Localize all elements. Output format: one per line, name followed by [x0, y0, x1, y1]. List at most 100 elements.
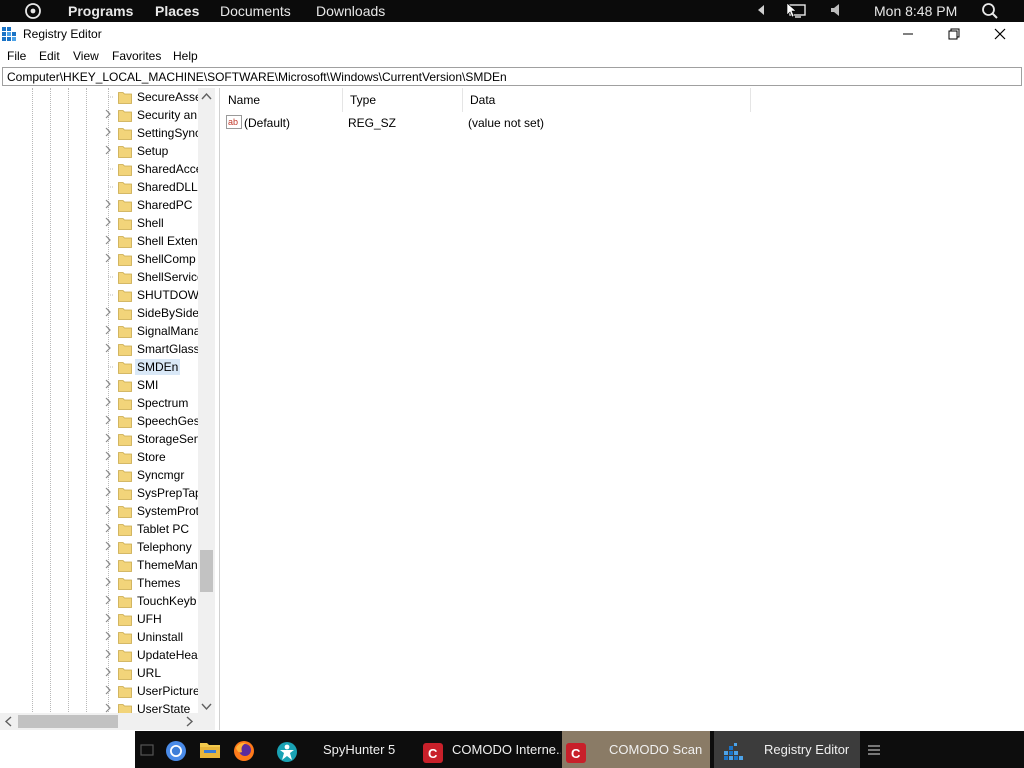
- tree-item[interactable]: TouchKeyb: [0, 592, 200, 610]
- expand-chevron-icon[interactable]: [104, 325, 114, 337]
- tree-item[interactable]: Shell: [0, 214, 200, 232]
- tree-item[interactable]: Tablet PC: [0, 520, 200, 538]
- network-icon[interactable]: [786, 2, 808, 23]
- expand-chevron-icon[interactable]: [104, 109, 114, 121]
- activities-icon[interactable]: [24, 2, 42, 24]
- expand-chevron-icon[interactable]: [104, 397, 114, 409]
- expand-chevron-icon[interactable]: [104, 559, 114, 571]
- tree-item[interactable]: Telephony: [0, 538, 200, 556]
- tree-item[interactable]: Store: [0, 448, 200, 466]
- search-icon[interactable]: [981, 2, 999, 24]
- tree-item[interactable]: SHUTDOWI: [0, 286, 200, 304]
- tree-item[interactable]: SignalMana: [0, 322, 200, 340]
- expand-chevron-icon[interactable]: [104, 415, 114, 427]
- tree-item[interactable]: SMI: [0, 376, 200, 394]
- taskbar-comodo-scan[interactable]: C COMODO Scan: [562, 731, 710, 768]
- tree-item[interactable]: Shell Extens: [0, 232, 200, 250]
- scroll-up-icon[interactable]: [201, 90, 212, 104]
- tree-vertical-scrollbar[interactable]: [198, 88, 215, 713]
- expand-chevron-icon[interactable]: [104, 541, 114, 553]
- close-button[interactable]: [977, 22, 1023, 46]
- menu-edit[interactable]: Edit: [39, 49, 60, 63]
- expand-chevron-icon[interactable]: [104, 685, 114, 697]
- scroll-right-icon[interactable]: [185, 716, 194, 730]
- taskbar-comodo-internet[interactable]: C COMODO Interne...: [419, 731, 561, 768]
- documents-link[interactable]: Documents: [220, 2, 291, 20]
- tree-item[interactable]: UpdateHea: [0, 646, 200, 664]
- show-desktop-icon[interactable]: [139, 742, 155, 758]
- values-list[interactable]: Name Type Data ab (Default) REG_SZ (valu…: [221, 88, 1024, 730]
- menu-icon[interactable]: [867, 743, 881, 757]
- tree-item[interactable]: UFH: [0, 610, 200, 628]
- scroll-left-icon[interactable]: [4, 716, 13, 730]
- tree-item[interactable]: SideBySide: [0, 304, 200, 322]
- downloads-link[interactable]: Downloads: [316, 2, 385, 20]
- tree-item[interactable]: ShellService: [0, 268, 200, 286]
- expand-chevron-icon[interactable]: [104, 577, 114, 589]
- expand-chevron-icon[interactable]: [104, 343, 114, 355]
- tree-item[interactable]: SmartGlass: [0, 340, 200, 358]
- tree-item[interactable]: Syncmgr: [0, 466, 200, 484]
- minimize-button[interactable]: [885, 22, 931, 46]
- tree-item[interactable]: URL: [0, 664, 200, 682]
- volume-icon[interactable]: [830, 3, 842, 21]
- arrow-left-icon[interactable]: [756, 3, 766, 21]
- expand-chevron-icon[interactable]: [104, 307, 114, 319]
- expand-chevron-icon[interactable]: [104, 127, 114, 139]
- tree-item[interactable]: SettingSync: [0, 124, 200, 142]
- expand-chevron-icon[interactable]: [104, 613, 114, 625]
- expand-chevron-icon[interactable]: [104, 253, 114, 265]
- firefox-icon[interactable]: [233, 740, 254, 761]
- expand-chevron-icon[interactable]: [104, 451, 114, 463]
- tree-item[interactable]: SharedAcce: [0, 160, 200, 178]
- taskbar-spyhunter[interactable]: SpyHunter 5: [268, 731, 418, 768]
- pane-splitter[interactable]: [215, 88, 220, 730]
- list-row[interactable]: ab (Default) REG_SZ (value not set): [221, 88, 761, 148]
- clock[interactable]: Mon 8:48 PM: [874, 2, 957, 20]
- expand-chevron-icon[interactable]: [104, 433, 114, 445]
- file-explorer-icon[interactable]: [199, 740, 220, 760]
- tree-item[interactable]: SharedDLLs: [0, 178, 200, 196]
- tree-item[interactable]: Themes: [0, 574, 200, 592]
- expand-chevron-icon[interactable]: [104, 199, 114, 211]
- tree-item[interactable]: ThemeMan: [0, 556, 200, 574]
- tree-item[interactable]: Spectrum: [0, 394, 200, 412]
- key-tree[interactable]: SecureAsse Security an SettingSync Setup Sha…: [0, 88, 215, 730]
- taskbar-registry-editor[interactable]: Registry Editor: [714, 731, 860, 768]
- window-titlebar[interactable]: Registry Editor: [0, 22, 1024, 46]
- expand-chevron-icon[interactable]: [104, 649, 114, 661]
- menu-favorites[interactable]: Favorites: [112, 49, 161, 63]
- scroll-down-icon[interactable]: [201, 700, 212, 714]
- tree-item[interactable]: SMDEn: [0, 358, 200, 376]
- expand-chevron-icon[interactable]: [104, 235, 114, 247]
- expand-chevron-icon[interactable]: [104, 487, 114, 499]
- address-path[interactable]: Computer\HKEY_LOCAL_MACHINE\SOFTWARE\Mic…: [7, 70, 507, 84]
- tree-item[interactable]: Uninstall: [0, 628, 200, 646]
- expand-chevron-icon[interactable]: [104, 217, 114, 229]
- tree-vertical-scroll-thumb[interactable]: [200, 550, 213, 592]
- tree-item[interactable]: Setup: [0, 142, 200, 160]
- menu-file[interactable]: File: [7, 49, 26, 63]
- tree-horizontal-scrollbar[interactable]: [0, 713, 198, 730]
- chrome-icon[interactable]: [165, 740, 186, 761]
- address-bar[interactable]: Computer\HKEY_LOCAL_MACHINE\SOFTWARE\Mic…: [2, 67, 1022, 86]
- tree-item[interactable]: SystemProt: [0, 502, 200, 520]
- expand-chevron-icon[interactable]: [104, 469, 114, 481]
- expand-chevron-icon[interactable]: [104, 505, 114, 517]
- tree-horizontal-scroll-thumb[interactable]: [18, 715, 118, 728]
- restore-button[interactable]: [931, 22, 977, 46]
- programs-menu[interactable]: Programs: [68, 2, 133, 20]
- tree-item[interactable]: SecureAsse: [0, 88, 200, 106]
- tree-item[interactable]: SharedPC: [0, 196, 200, 214]
- tree-item[interactable]: SysPrepTap: [0, 484, 200, 502]
- expand-chevron-icon[interactable]: [104, 145, 114, 157]
- tree-item[interactable]: UserPicture: [0, 682, 200, 700]
- menu-help[interactable]: Help: [173, 49, 198, 63]
- menu-view[interactable]: View: [73, 49, 99, 63]
- expand-chevron-icon[interactable]: [104, 379, 114, 391]
- places-menu[interactable]: Places: [155, 2, 199, 20]
- expand-chevron-icon[interactable]: [104, 523, 114, 535]
- expand-chevron-icon[interactable]: [104, 667, 114, 679]
- tree-item[interactable]: StorageSen: [0, 430, 200, 448]
- expand-chevron-icon[interactable]: [104, 595, 114, 607]
